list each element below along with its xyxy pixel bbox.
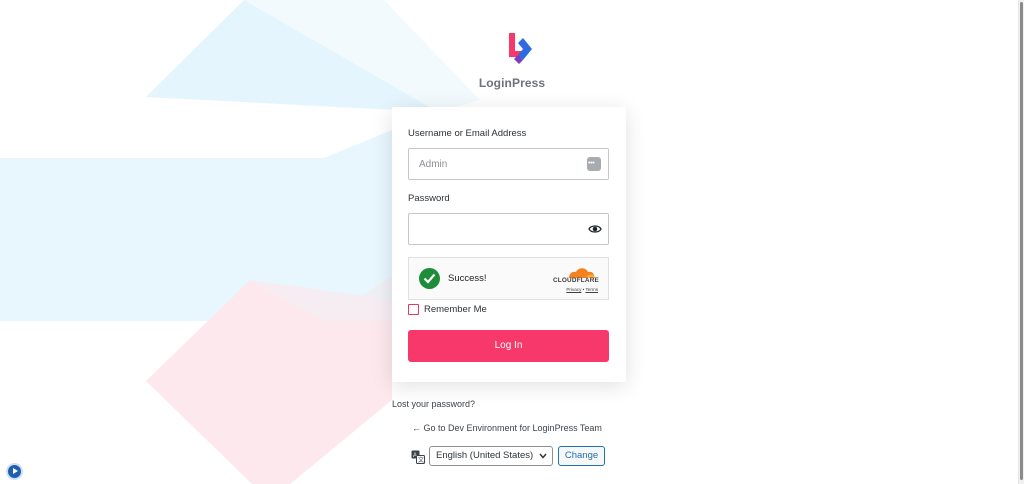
svg-text:文: 文 [418, 456, 424, 464]
username-label: Username or Email Address [408, 128, 527, 139]
log-in-button[interactable]: Log In [408, 330, 609, 362]
brand-name: LoginPress [478, 76, 546, 90]
scrollbar-thumb[interactable] [1020, 2, 1023, 480]
chevron-down-icon [539, 453, 547, 459]
cloudflare-turnstile-widget[interactable]: Success! CLOUDFLARE Privacy • Terms [408, 257, 609, 300]
password-field[interactable] [408, 213, 609, 245]
loginpress-logo-icon [509, 33, 532, 64]
captcha-status: Success! [448, 273, 487, 284]
remember-me-label[interactable]: Remember Me [424, 304, 487, 315]
change-language-button[interactable]: Change [558, 446, 605, 466]
success-check-icon [419, 268, 440, 289]
language-select[interactable]: English (United States) [429, 446, 553, 466]
username-field[interactable] [408, 148, 609, 180]
brand-logo[interactable]: LoginPress [474, 30, 550, 90]
lost-password-link[interactable]: Lost your password? [392, 399, 475, 409]
language-selected-value: English (United States) [436, 450, 534, 461]
login-form: Username or Email Address Password Succe… [392, 107, 626, 382]
captcha-privacy-link[interactable]: Privacy [566, 287, 581, 292]
back-to-site-link[interactable]: ← Go to Dev Environment for LoginPress T… [412, 423, 602, 433]
translate-icon: A 文 [411, 450, 425, 464]
remember-me-checkbox[interactable] [408, 304, 419, 315]
accessibility-play-icon[interactable] [6, 463, 23, 480]
captcha-terms-link[interactable]: Terms [585, 287, 598, 292]
username-input[interactable] [409, 149, 579, 179]
password-input[interactable] [409, 214, 579, 244]
password-label: Password [408, 193, 450, 204]
password-manager-icon[interactable] [587, 157, 601, 171]
captcha-links: Privacy • Terms [566, 287, 598, 292]
scrollbar[interactable] [1018, 0, 1024, 484]
cloudflare-wordmark: CLOUDFLARE [552, 277, 599, 284]
show-password-eye-icon[interactable] [588, 223, 602, 235]
